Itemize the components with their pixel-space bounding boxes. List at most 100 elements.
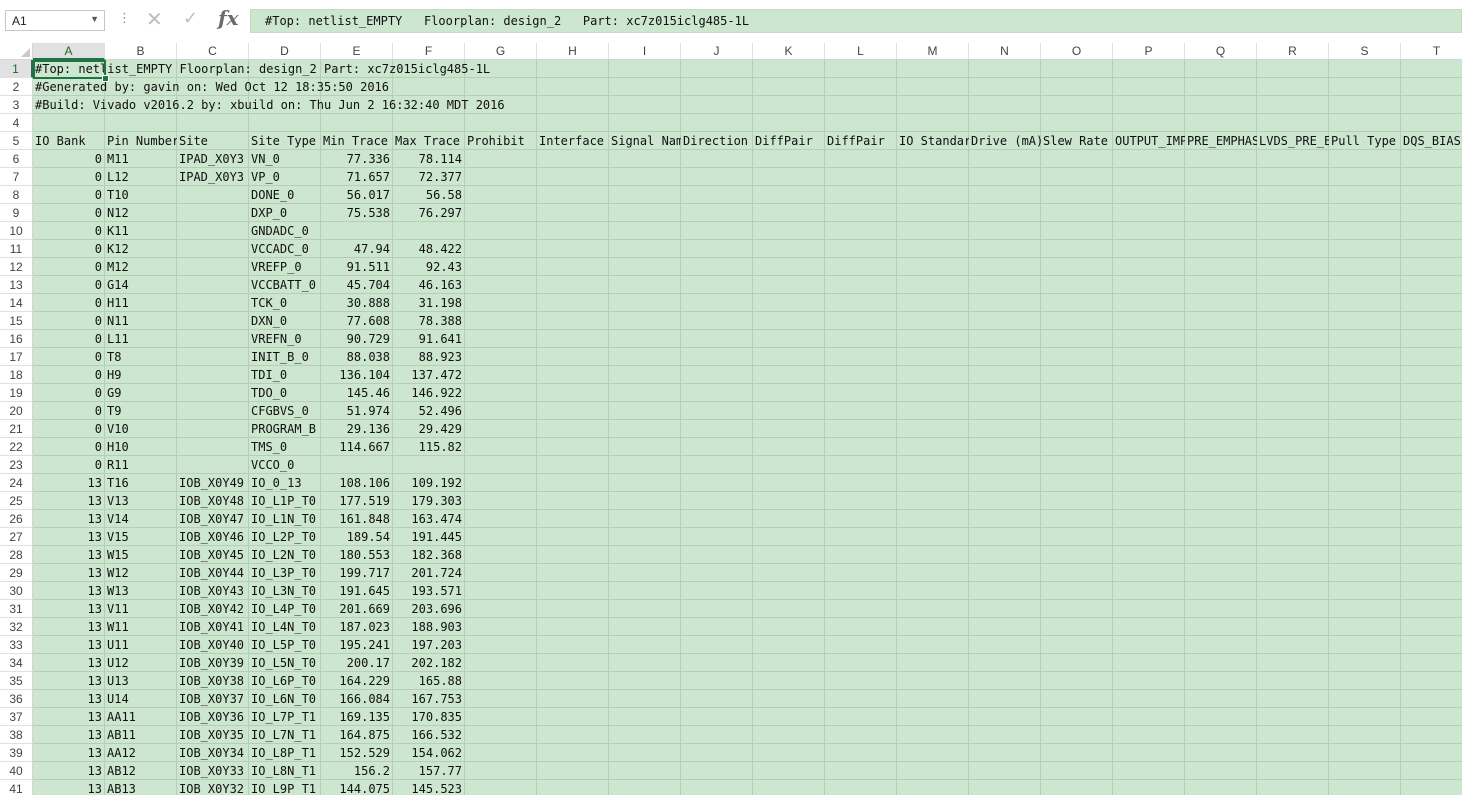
cancel-icon[interactable]: ✕ [146, 7, 163, 31]
cell[interactable]: AA11 [105, 708, 177, 726]
row-header-33[interactable]: 33 [0, 636, 33, 654]
cell[interactable]: IOB_X0Y46 [177, 528, 249, 546]
cell[interactable]: IOB_X0Y41 [177, 618, 249, 636]
cell[interactable]: Pull Type [1329, 132, 1401, 150]
cell[interactable]: IPAD_X0Y3 [177, 168, 249, 186]
row-header-39[interactable]: 39 [0, 744, 33, 762]
insert-function-icon[interactable]: fx [218, 6, 239, 30]
cell[interactable]: 167.753 [393, 690, 465, 708]
cell[interactable]: IOB_X0Y38 [177, 672, 249, 690]
cell[interactable]: IOB_X0Y36 [177, 708, 249, 726]
cell[interactable]: 13 [33, 546, 105, 564]
cell[interactable]: Direction [681, 132, 753, 150]
cell[interactable] [177, 186, 249, 204]
cell[interactable]: 177.519 [321, 492, 393, 510]
column-header-e[interactable]: E [321, 43, 393, 60]
column-header-k[interactable]: K [753, 43, 825, 60]
row-header-25[interactable]: 25 [0, 492, 33, 510]
row-header-31[interactable]: 31 [0, 600, 33, 618]
cell[interactable]: 0 [33, 294, 105, 312]
cell[interactable]: 170.835 [393, 708, 465, 726]
cell[interactable]: 0 [33, 150, 105, 168]
cell[interactable] [393, 222, 465, 240]
row-header-17[interactable]: 17 [0, 348, 33, 366]
row-header-34[interactable]: 34 [0, 654, 33, 672]
column-header-q[interactable]: Q [1185, 43, 1257, 60]
column-header-b[interactable]: B [105, 43, 177, 60]
cell[interactable]: 29.136 [321, 420, 393, 438]
column-header-h[interactable]: H [537, 43, 609, 60]
cell[interactable]: 157.77 [393, 762, 465, 780]
cell[interactable]: 72.377 [393, 168, 465, 186]
row-header-14[interactable]: 14 [0, 294, 33, 312]
cell[interactable]: U13 [105, 672, 177, 690]
cell[interactable] [177, 456, 249, 474]
cell[interactable]: 45.704 [321, 276, 393, 294]
cell[interactable]: 0 [33, 330, 105, 348]
row-header-24[interactable]: 24 [0, 474, 33, 492]
cell[interactable]: 145.46 [321, 384, 393, 402]
cell[interactable]: V10 [105, 420, 177, 438]
cell[interactable]: W13 [105, 582, 177, 600]
cell[interactable]: 92.43 [393, 258, 465, 276]
cell[interactable]: M12 [105, 258, 177, 276]
cell[interactable]: 88.038 [321, 348, 393, 366]
cell[interactable]: N12 [105, 204, 177, 222]
cell[interactable]: 13 [33, 510, 105, 528]
cell[interactable]: AB11 [105, 726, 177, 744]
cell[interactable]: 187.023 [321, 618, 393, 636]
cell[interactable]: Slew Rate [1041, 132, 1113, 150]
cell[interactable] [321, 456, 393, 474]
cell[interactable]: 31.198 [393, 294, 465, 312]
cell[interactable]: 13 [33, 690, 105, 708]
cell[interactable]: 0 [33, 276, 105, 294]
cell[interactable]: 46.163 [393, 276, 465, 294]
row-header-21[interactable]: 21 [0, 420, 33, 438]
cell[interactable]: 48.422 [393, 240, 465, 258]
cell[interactable]: Min Trace [321, 132, 393, 150]
cell[interactable]: U14 [105, 690, 177, 708]
cell[interactable]: W11 [105, 618, 177, 636]
cell[interactable]: 180.553 [321, 546, 393, 564]
cell[interactable]: IO_L2P_T0 [249, 528, 321, 546]
cell[interactable]: 13 [33, 672, 105, 690]
cell[interactable]: IO_L7N_T1 [249, 726, 321, 744]
cell[interactable] [177, 222, 249, 240]
cell-area[interactable]: #Top: netlist_EMPTY Floorplan: design_2 … [33, 60, 1462, 795]
cell[interactable]: DiffPair [825, 132, 897, 150]
cell[interactable]: 163.474 [393, 510, 465, 528]
cell[interactable]: 0 [33, 402, 105, 420]
cell[interactable]: VREFN_0 [249, 330, 321, 348]
cell[interactable]: 13 [33, 600, 105, 618]
fill-handle[interactable] [102, 75, 109, 82]
row-header-32[interactable]: 32 [0, 618, 33, 636]
cell[interactable]: VCCADC_0 [249, 240, 321, 258]
column-header-m[interactable]: M [897, 43, 969, 60]
cell[interactable]: U11 [105, 636, 177, 654]
cell[interactable]: CFGBVS_0 [249, 402, 321, 420]
cell[interactable]: IO_L3P_T0 [249, 564, 321, 582]
cell[interactable]: 75.538 [321, 204, 393, 222]
cell[interactable]: 13 [33, 582, 105, 600]
cell[interactable] [177, 438, 249, 456]
cell[interactable]: 56.017 [321, 186, 393, 204]
cell[interactable] [177, 420, 249, 438]
cell[interactable]: T10 [105, 186, 177, 204]
cell[interactable]: VREFP_0 [249, 258, 321, 276]
cell[interactable]: 0 [33, 348, 105, 366]
cell[interactable]: 195.241 [321, 636, 393, 654]
cell[interactable]: IO_L3N_T0 [249, 582, 321, 600]
cell[interactable]: 51.974 [321, 402, 393, 420]
cell[interactable]: IO_L2N_T0 [249, 546, 321, 564]
cell[interactable]: IO_L5P_T0 [249, 636, 321, 654]
cell[interactable]: 13 [33, 744, 105, 762]
cell[interactable]: 30.888 [321, 294, 393, 312]
cell[interactable]: 76.297 [393, 204, 465, 222]
cell[interactable]: DONE_0 [249, 186, 321, 204]
cell[interactable]: 201.724 [393, 564, 465, 582]
cell[interactable]: 144.075 [321, 780, 393, 795]
row-header-38[interactable]: 38 [0, 726, 33, 744]
column-header-n[interactable]: N [969, 43, 1041, 60]
cell[interactable]: 137.472 [393, 366, 465, 384]
cell[interactable]: 179.303 [393, 492, 465, 510]
